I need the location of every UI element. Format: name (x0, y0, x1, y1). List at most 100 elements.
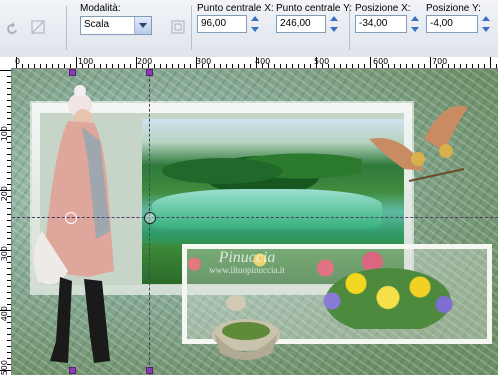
ruler-tick (100, 64, 101, 68)
transform-handle[interactable] (69, 69, 76, 76)
center-y-field[interactable]: 246,00 (276, 15, 326, 33)
ruler-tick (112, 64, 113, 68)
ruler-tick (58, 64, 59, 68)
woman-figure-image (33, 85, 114, 363)
transform-handle[interactable] (69, 367, 76, 374)
ruler-tick (0, 370, 11, 371)
ruler-tick (496, 64, 497, 68)
ruler-tick (484, 64, 485, 68)
ruler-tick (172, 64, 173, 68)
position-y-label: Posizione Y: (426, 3, 481, 14)
lake-image (152, 189, 382, 229)
ruler-tick (7, 112, 11, 113)
tool-options-bar: Modalità: Scala Punto centrale X: 96,00 … (0, 0, 498, 58)
ruler-tick (280, 64, 281, 68)
ruler-tick (7, 100, 11, 101)
mode-label: Modalità: (80, 3, 121, 14)
ruler-tick (7, 148, 11, 149)
center-y-spinner[interactable] (328, 15, 340, 33)
ruler-tick (430, 57, 431, 68)
ruler-label: 200 (0, 186, 9, 202)
ruler-tick (268, 64, 269, 68)
trees-image (162, 141, 362, 191)
mode-select[interactable]: Scala (80, 16, 152, 35)
ruler-tick (7, 106, 11, 107)
position-y-field[interactable]: -4,00 (426, 15, 478, 33)
ruler-tick (7, 82, 11, 83)
center-point-handle[interactable] (144, 212, 156, 224)
ruler-tick (334, 64, 335, 68)
ruler-tick (7, 184, 11, 185)
ruler-tick (346, 64, 347, 68)
flip-frame-icon[interactable] (168, 17, 188, 37)
transform-handle[interactable] (146, 69, 153, 76)
pivot-point-icon[interactable] (65, 212, 77, 224)
ruler-tick (0, 130, 11, 131)
ruler-tick (7, 292, 11, 293)
ruler-tick (274, 64, 275, 68)
ruler-tick (298, 64, 299, 68)
ruler-tick (118, 64, 119, 68)
ruler-tick (7, 154, 11, 155)
image-canvas[interactable]: Pinuccia www.iltuopinuccia.it (12, 69, 498, 375)
ruler-tick (190, 64, 191, 68)
ruler-tick (178, 64, 179, 68)
ruler-tick (352, 64, 353, 68)
ruler-tick (7, 124, 11, 125)
ruler-tick (202, 64, 203, 68)
deform-preset-icon[interactable] (28, 17, 48, 37)
position-y-spinner[interactable] (480, 15, 492, 33)
ruler-tick (7, 358, 11, 359)
position-x-field[interactable]: -34,00 (355, 15, 407, 33)
ruler-label: 100 (78, 57, 94, 66)
ruler-tick (490, 57, 491, 68)
ruler-tick (394, 64, 395, 68)
ruler-tick (7, 316, 11, 317)
ruler-tick (196, 57, 197, 68)
ruler-tick (148, 64, 149, 68)
ruler-tick (7, 196, 11, 197)
ruler-tick (160, 64, 161, 68)
ruler-tick (0, 190, 11, 191)
horizontal-guide-line[interactable] (12, 217, 498, 218)
ruler-tick (0, 70, 11, 71)
ruler-tick (238, 64, 239, 68)
ruler-tick (94, 64, 95, 68)
ruler-tick (7, 334, 11, 335)
ruler-tick (7, 208, 11, 209)
ruler-tick (7, 178, 11, 179)
ruler-tick (136, 57, 137, 68)
ruler-tick (7, 226, 11, 227)
ruler-tick (406, 64, 407, 68)
ruler-tick (0, 250, 11, 251)
ruler-tick (7, 238, 11, 239)
ruler-tick (442, 64, 443, 68)
ruler-tick (40, 64, 41, 68)
reset-arrow-icon[interactable] (2, 18, 22, 38)
ruler-tick (424, 64, 425, 68)
center-x-field[interactable]: 96,00 (197, 15, 247, 33)
ruler-tick (358, 64, 359, 68)
ruler-tick (7, 304, 11, 305)
ruler-tick (262, 64, 263, 68)
ruler-tick (7, 340, 11, 341)
ruler-tick (316, 57, 317, 68)
ruler-tick (184, 64, 185, 68)
ruler-tick (70, 64, 71, 68)
watermark-url: www.iltuopinuccia.it (209, 265, 285, 275)
position-x-spinner[interactable] (409, 15, 421, 33)
center-x-spinner[interactable] (249, 15, 261, 33)
chevron-down-icon[interactable] (134, 17, 151, 34)
ruler-tick (7, 328, 11, 329)
transform-handle[interactable] (146, 367, 153, 374)
ruler-tick (340, 64, 341, 68)
ruler-label: 100 (0, 126, 9, 142)
ruler-tick (7, 88, 11, 89)
ruler-tick (106, 64, 107, 68)
ruler-tick (466, 64, 467, 68)
ruler-tick (22, 64, 23, 68)
ruler-tick (370, 57, 371, 68)
ruler-tick (412, 64, 413, 68)
ruler-tick (460, 64, 461, 68)
ruler-tick (214, 64, 215, 68)
